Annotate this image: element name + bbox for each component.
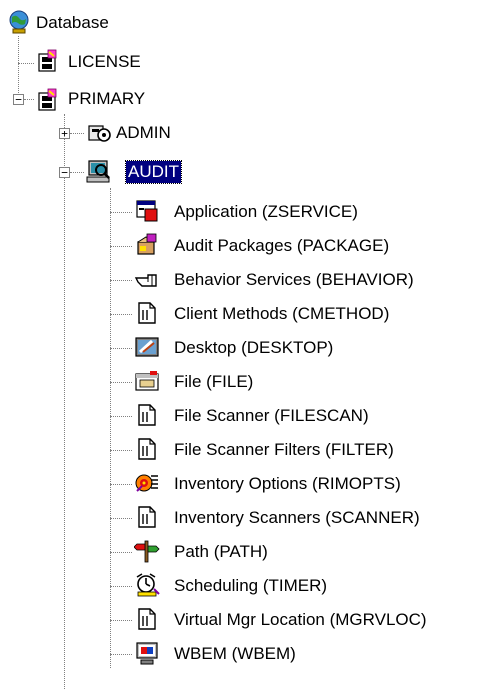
document-icon-svg	[138, 608, 156, 630]
tree-line	[110, 654, 132, 655]
document-icon	[134, 402, 160, 428]
tree-line	[110, 586, 132, 587]
audit-computer-icon	[86, 158, 112, 184]
tree-line	[110, 484, 132, 485]
file-folder-icon	[134, 368, 160, 394]
tree-line	[70, 133, 84, 134]
document-icon	[134, 436, 160, 462]
document-icon-svg	[138, 404, 156, 426]
tree-line	[110, 314, 132, 315]
expand-admin-toggle[interactable]: +	[59, 128, 70, 139]
tree-node-label[interactable]: Desktop (DESKTOP)	[172, 337, 335, 359]
collapse-audit-toggle[interactable]: −	[59, 167, 70, 178]
tree-node-label[interactable]: WBEM (WBEM)	[172, 643, 298, 665]
tree-node-label[interactable]: Behavior Services (BEHAVIOR)	[172, 269, 416, 291]
database-globe-icon	[6, 9, 32, 35]
tree-line	[64, 178, 65, 689]
tree-node-label[interactable]: Application (ZSERVICE)	[172, 201, 360, 223]
tree-line	[70, 172, 84, 173]
cabinet-icon	[34, 86, 60, 112]
document-icon-svg	[138, 506, 156, 528]
document-icon	[134, 606, 160, 632]
scheduling-timer-icon-svg	[136, 573, 160, 597]
tree-node-label[interactable]: Inventory Options (RIMOPTS)	[172, 473, 403, 495]
cabinet-icon	[34, 47, 60, 73]
tree-line	[110, 212, 132, 213]
tree-node-label[interactable]: File (FILE)	[172, 371, 255, 393]
tree-node-admin[interactable]: ADMIN	[114, 122, 173, 144]
tree-line	[110, 518, 132, 519]
tree-line	[110, 246, 132, 247]
document-icon-svg	[138, 302, 156, 324]
package-icon-svg	[137, 233, 157, 255]
tree-line	[110, 348, 132, 349]
tree-node-license[interactable]: LICENSE	[66, 51, 143, 73]
document-icon	[134, 300, 160, 326]
tree-line	[18, 36, 19, 99]
tree-node-label[interactable]: Scheduling (TIMER)	[172, 575, 329, 597]
admin-gear-icon	[86, 120, 112, 146]
tree-node-label[interactable]: Client Methods (CMETHOD)	[172, 303, 391, 325]
tree-line	[110, 620, 132, 621]
wbem-monitor-icon	[134, 640, 160, 666]
desktop-icon-svg	[135, 337, 159, 357]
hand-pointer-icon	[134, 266, 160, 292]
tree-node-label[interactable]: Path (PATH)	[172, 541, 270, 563]
tree-line	[110, 552, 132, 553]
tree-node-label[interactable]: Audit Packages (PACKAGE)	[172, 235, 391, 257]
tree-line	[110, 450, 132, 451]
path-signpost-icon	[134, 538, 160, 564]
tree-node-audit[interactable]: AUDIT	[125, 160, 182, 184]
database-tree: Database LICENSE − PRIMARY + ADMIN − AUD…	[0, 0, 490, 689]
path-signpost-icon-svg	[134, 540, 160, 563]
tree-line	[110, 188, 111, 668]
tree-line	[24, 99, 34, 100]
tree-line	[110, 280, 132, 281]
tree-node-database[interactable]: Database	[34, 12, 111, 34]
wbem-monitor-icon-svg	[136, 642, 158, 665]
tree-line	[64, 114, 65, 172]
tree-node-label[interactable]: Inventory Scanners (SCANNER)	[172, 507, 422, 529]
collapse-primary-toggle[interactable]: −	[13, 94, 24, 105]
inventory-options-icon	[134, 470, 160, 496]
scheduling-timer-icon	[134, 572, 160, 598]
hand-pointer-icon-svg	[134, 274, 157, 287]
tree-node-label[interactable]: File Scanner Filters (FILTER)	[172, 439, 396, 461]
desktop-icon	[134, 334, 160, 360]
tree-line	[110, 416, 132, 417]
inventory-options-icon-svg	[135, 474, 158, 492]
file-folder-icon-svg	[135, 371, 159, 391]
tree-node-primary[interactable]: PRIMARY	[66, 88, 147, 110]
tree-node-label[interactable]: Virtual Mgr Location (MGRVLOC)	[172, 609, 429, 631]
tree-node-label[interactable]: File Scanner (FILESCAN)	[172, 405, 371, 427]
document-icon	[134, 504, 160, 530]
package-icon	[134, 232, 160, 258]
application-icon	[134, 198, 160, 224]
application-icon-svg	[136, 200, 158, 222]
tree-line	[110, 382, 132, 383]
document-icon-svg	[138, 438, 156, 460]
tree-line	[18, 63, 34, 64]
